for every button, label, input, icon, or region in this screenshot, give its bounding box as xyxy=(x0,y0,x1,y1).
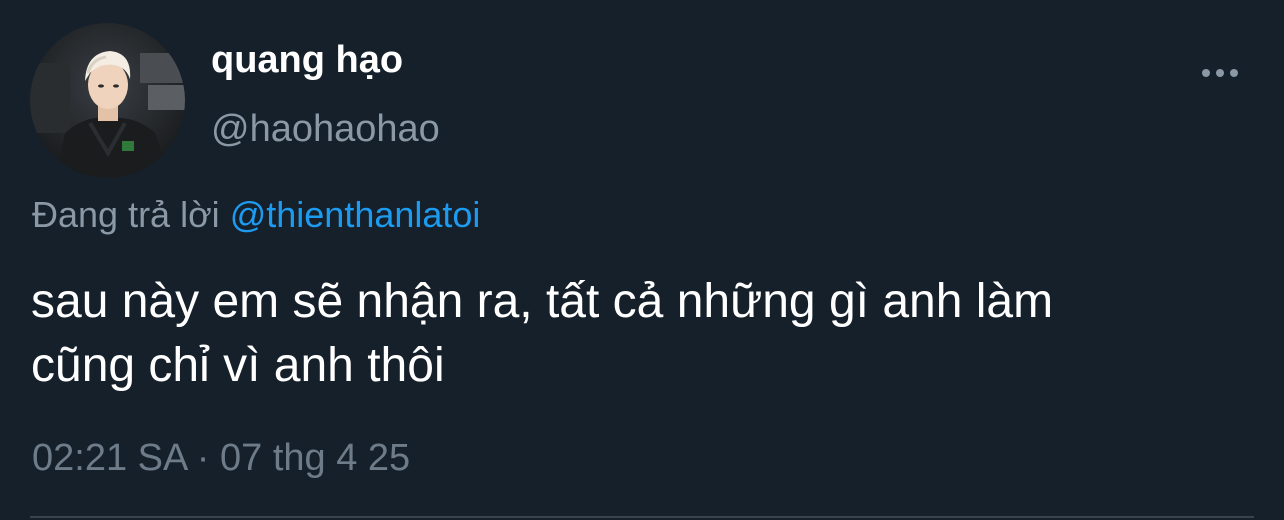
author-handle[interactable]: @haohaohao xyxy=(211,107,440,151)
replying-to-mention-link[interactable]: @thienthanlatoi xyxy=(230,194,481,235)
tweet-text: sau này em sẽ nhận ra, tất cả những gì a… xyxy=(31,270,1251,398)
tweet-text-line: cũng chỉ vì anh thôi xyxy=(31,339,445,392)
replying-to-label: Đang trả lời xyxy=(32,194,220,235)
divider xyxy=(30,516,1254,518)
tweet-card: quang hạo @haohaohao Đang trả lời @thien… xyxy=(0,0,1284,520)
replying-to: Đang trả lời @thienthanlatoi xyxy=(32,193,480,237)
more-horizontal-icon xyxy=(1202,69,1238,77)
avatar-image xyxy=(30,23,185,178)
tweet-timestamp[interactable]: 02:21 SA · 07 thg 4 25 xyxy=(32,434,410,482)
author-display-name[interactable]: quang hạo xyxy=(211,38,403,82)
tweet-text-line: sau này em sẽ nhận ra, tất cả những gì a… xyxy=(31,275,1054,328)
more-options-button[interactable] xyxy=(1196,56,1244,90)
avatar[interactable] xyxy=(30,23,185,178)
